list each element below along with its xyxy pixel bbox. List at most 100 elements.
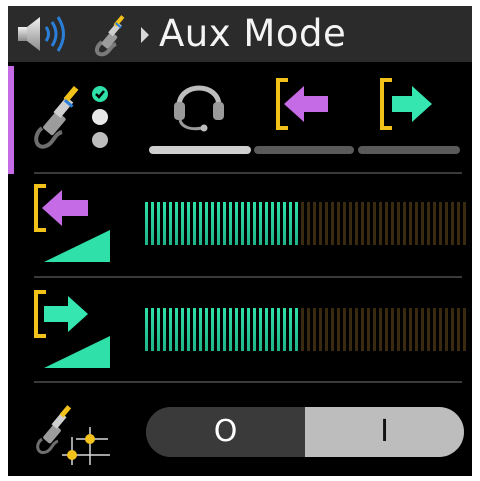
meter-segment [421,202,424,245]
meter-segment [379,202,382,245]
meter-segment [277,308,280,351]
meter-segment [385,202,388,245]
meter-segment [337,202,340,245]
meter-segment [409,308,412,351]
meter-segment [211,308,214,351]
aux-toggle-switch[interactable]: O I [146,407,464,457]
route-segment-aux-in[interactable] [254,146,354,154]
caret-right-icon [141,27,149,43]
meter-segment [313,308,316,351]
meter-segment [259,308,262,351]
meter-segment [169,202,172,245]
meter-segment [145,202,148,245]
meter-segment [367,308,370,351]
meter-segment [283,308,286,351]
meter-segment [307,308,310,351]
meter-segment [361,308,364,351]
title-bar: Aux Mode [8,6,472,62]
meter-segment [403,308,406,351]
aux-output-icon[interactable] [378,76,436,132]
meter-segment [289,202,292,245]
headset-icon[interactable] [170,76,228,132]
meter-segment [175,308,178,351]
meter-segment [421,308,424,351]
meter-segment [391,202,394,245]
meter-segment [397,202,400,245]
meter-segment [319,308,322,351]
meter-segment [361,202,364,245]
jack-crosshair-icon [36,405,110,465]
meter-segment [415,308,418,351]
meter-segment [223,308,226,351]
meter-segment [187,308,190,351]
meter-segment [415,202,418,245]
meter-segment [337,308,340,351]
meter-segment [439,202,442,245]
meter-segment [367,202,370,245]
meter-segment [325,308,328,351]
audio-jack-icon [95,15,125,57]
meter-segment [211,202,214,245]
meter-segment [301,308,304,351]
meter-segment [331,308,334,351]
divider [34,381,462,383]
meter-segment [181,308,184,351]
meter-segment [169,308,172,351]
meter-segment [145,308,148,351]
aux-output-level-icon[interactable] [30,288,114,376]
route-segment-aux-out[interactable] [358,146,460,154]
meter-segment [157,308,160,351]
meter-segment [247,308,250,351]
meter-segment [319,202,322,245]
meter-segment [457,202,460,245]
meter-segment [295,308,298,351]
meter-segment [157,202,160,245]
meter-segment [205,202,208,245]
meter-segment [229,202,232,245]
meter-segment [235,308,238,351]
meter-segment [391,308,394,351]
meter-segment [265,202,268,245]
meter-segment [187,202,190,245]
meter-segment [457,308,460,351]
meter-segment [349,308,352,351]
meter-segment [151,308,154,351]
meter-segment [343,308,346,351]
aux-input-icon[interactable] [274,76,332,132]
meter-segment [373,308,376,351]
meter-segment [379,308,382,351]
route-segment-headset[interactable] [149,146,251,154]
aux-mode-screen: Aux Mode O I [8,6,472,476]
meter-segment [331,202,334,245]
aux-output-meter [145,308,466,351]
meter-segment [355,308,358,351]
meter-segment [355,202,358,245]
meter-segment [253,308,256,351]
jack-status-icon [34,85,108,149]
toggle-on-option[interactable]: I [305,407,464,457]
meter-segment [199,202,202,245]
meter-segment [151,202,154,245]
meter-segment [199,308,202,351]
divider [34,276,462,278]
meter-segment [181,202,184,245]
meter-segment [193,202,196,245]
speaker-volume-icon[interactable] [16,14,76,54]
meter-segment [265,308,268,351]
selection-indicator [8,66,14,174]
meter-segment [307,202,310,245]
meter-segment [217,202,220,245]
aux-input-level-icon[interactable] [30,182,114,270]
meter-segment [397,308,400,351]
meter-segment [259,202,262,245]
meter-segment [433,202,436,245]
meter-segment [223,202,226,245]
toggle-off-option[interactable]: O [146,407,305,457]
meter-segment [301,202,304,245]
meter-segment [193,308,196,351]
meter-segment [349,202,352,245]
meter-segment [205,308,208,351]
meter-segment [247,202,250,245]
meter-segment [163,202,166,245]
meter-segment [463,308,466,351]
